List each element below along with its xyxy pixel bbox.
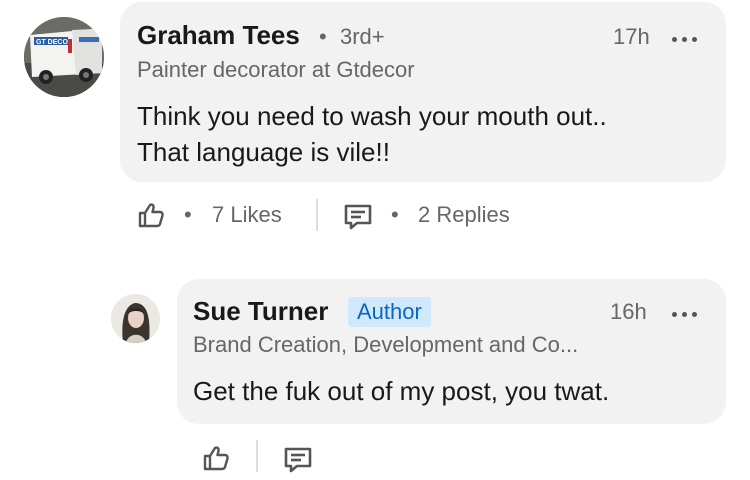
connection-degree: 3rd+: [340, 24, 385, 49]
van-photo-icon: GT DECOR: [24, 17, 104, 97]
reply-like-button[interactable]: [202, 443, 230, 473]
reply-author-headline: Brand Creation, Development and Co...: [193, 332, 579, 357]
likes-count[interactable]: 7 Likes: [212, 202, 282, 228]
replies-count[interactable]: 2 Replies: [418, 202, 510, 228]
comment-time: 17h: [613, 24, 650, 49]
reply-reply-button[interactable]: [283, 444, 313, 474]
ellipsis-icon[interactable]: [672, 312, 698, 318]
reply-text: Get the fuk out of my post, you twat.: [193, 376, 610, 406]
reply-author-name[interactable]: Sue Turner: [193, 296, 328, 327]
replies-separator-dot: •: [391, 202, 399, 227]
thumbs-up-icon: [203, 446, 229, 471]
reply-action-divider: [256, 440, 258, 472]
van-logo-text: GT DECOR: [36, 39, 73, 46]
reply-bubble: Sue Turner Author 16h Brand Creation, De…: [177, 279, 726, 424]
author-headline: Painter decorator at Gtdecor: [137, 57, 415, 82]
meta-separator: •: [319, 24, 327, 49]
portrait-photo-icon: [111, 294, 160, 343]
comment-text-line-2: That language is vile!!: [137, 137, 390, 167]
like-button[interactable]: [137, 200, 165, 230]
comment-icon: [284, 447, 312, 473]
comment-bubble: Graham Tees • 3rd+ 17h Painter decorator…: [120, 2, 726, 182]
ellipsis-icon[interactable]: [672, 37, 698, 43]
comment-thread: GT DECOR Graham Tees • 3rd+ 17h Painter …: [0, 0, 750, 480]
comment-text-line-1: Think you need to wash your mouth out..: [137, 101, 607, 131]
avatar-sue-turner[interactable]: [111, 294, 160, 343]
likes-separator-dot: •: [184, 202, 192, 227]
reply-time: 16h: [610, 299, 647, 324]
avatar-graham-tees[interactable]: GT DECOR: [24, 17, 104, 97]
author-badge: Author: [348, 297, 431, 327]
action-divider: [316, 199, 318, 231]
reply-button[interactable]: [343, 201, 373, 231]
comment-icon: [344, 204, 372, 230]
author-name[interactable]: Graham Tees: [137, 20, 300, 51]
thumbs-up-icon: [138, 203, 164, 228]
